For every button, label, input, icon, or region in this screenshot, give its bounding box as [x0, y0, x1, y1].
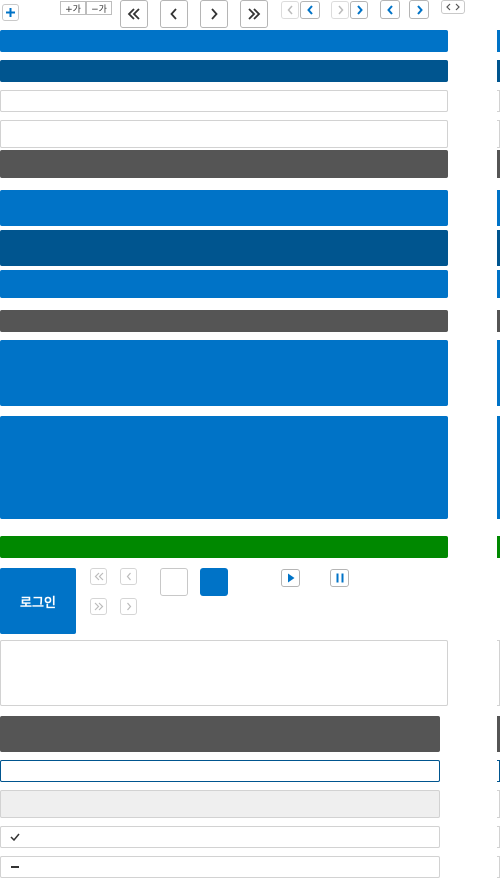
chevron-left-icon	[170, 8, 177, 20]
chevron-left-icon	[306, 5, 313, 15]
check-icon	[10, 833, 20, 841]
pause-icon	[336, 573, 343, 583]
minus-icon	[11, 866, 19, 868]
login-label: 로그인	[20, 595, 56, 611]
carousel-first-button[interactable]	[90, 568, 107, 585]
chevron-right-icon	[211, 8, 218, 20]
primary-dark-button[interactable]	[0, 60, 448, 82]
prev-small-button[interactable]	[281, 1, 299, 19]
secondary-button-small[interactable]	[0, 310, 448, 332]
chevron-left-icon	[446, 3, 451, 11]
double-chevron-right-icon	[248, 8, 261, 20]
chevron-left-icon	[287, 5, 293, 15]
double-chevron-left-icon	[127, 8, 140, 20]
chevron-left-icon	[126, 572, 131, 581]
primary-block-panel[interactable]	[0, 340, 448, 406]
login-button[interactable]: 로그인	[0, 568, 76, 634]
prev-small-active-button[interactable]	[300, 1, 320, 19]
double-chevron-left-icon	[94, 572, 103, 581]
font-decrease-button[interactable]: −가	[86, 1, 112, 15]
pause-button[interactable]	[330, 569, 349, 587]
play-button[interactable]	[281, 569, 300, 587]
primary-button[interactable]	[0, 30, 448, 52]
next-button-alt[interactable]	[409, 0, 429, 19]
chevron-right-icon	[337, 5, 343, 15]
chevron-right-icon	[455, 3, 460, 11]
font-decrease-label: −가	[91, 4, 107, 15]
primary-block-panel-large[interactable]	[0, 416, 448, 519]
chevron-right-icon	[126, 602, 131, 611]
next-small-button[interactable]	[331, 1, 349, 19]
secondary-panel[interactable]	[0, 716, 440, 752]
focused-input[interactable]	[0, 760, 440, 782]
prev-next-mini-toggle[interactable]	[441, 0, 465, 14]
primary-button-medium[interactable]	[0, 270, 448, 298]
textarea[interactable]	[0, 640, 448, 706]
indeterminate-list-item[interactable]	[0, 856, 440, 878]
add-button[interactable]	[2, 4, 19, 21]
secondary-button[interactable]	[0, 150, 448, 178]
success-button[interactable]	[0, 536, 448, 558]
first-page-button[interactable]	[120, 0, 148, 28]
font-increase-button[interactable]: +가	[60, 1, 86, 15]
prev-page-button[interactable]	[160, 0, 188, 28]
carousel-last-button[interactable]	[90, 598, 107, 615]
chevron-right-icon	[416, 4, 423, 15]
next-small-active-button[interactable]	[350, 1, 368, 19]
plus-icon	[6, 8, 15, 17]
prev-button-alt[interactable]	[380, 0, 400, 19]
next-page-button[interactable]	[200, 0, 228, 28]
disabled-input	[0, 790, 440, 818]
carousel-next-button[interactable]	[120, 598, 137, 615]
chevron-right-icon	[356, 5, 363, 15]
font-increase-label: +가	[65, 4, 81, 15]
checked-list-item[interactable]	[0, 826, 440, 848]
checkbox-unchecked[interactable]	[160, 568, 188, 596]
play-icon	[287, 573, 294, 583]
chevron-left-icon	[386, 4, 393, 15]
text-input-2[interactable]	[0, 120, 448, 148]
carousel-prev-button[interactable]	[120, 568, 137, 585]
primary-button-large[interactable]	[0, 190, 448, 226]
last-page-button[interactable]	[240, 0, 268, 28]
text-input[interactable]	[0, 90, 448, 112]
double-chevron-right-icon	[94, 602, 103, 611]
primary-dark-button-large[interactable]	[0, 230, 448, 266]
checkbox-checked[interactable]	[200, 568, 228, 596]
